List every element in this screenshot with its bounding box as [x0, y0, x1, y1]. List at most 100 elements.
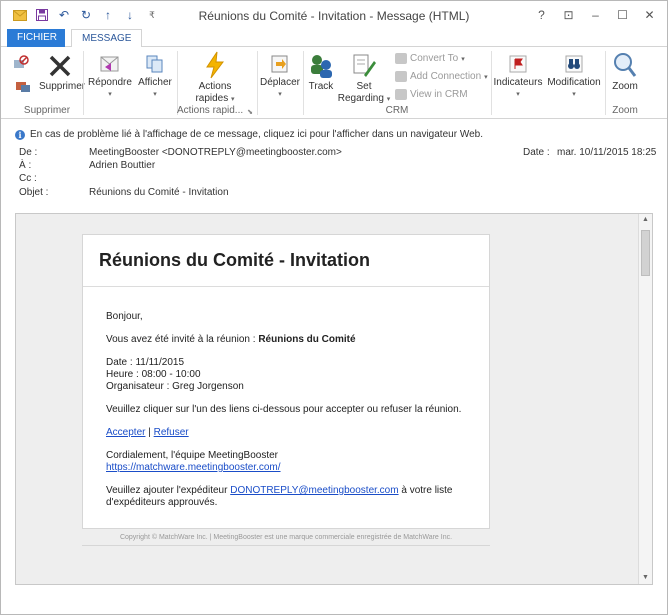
ribbon-tabs: FICHIER MESSAGE: [1, 29, 667, 48]
track-icon: [311, 55, 332, 78]
chevron-down-icon: ▾: [108, 91, 112, 98]
footer-divider: [82, 545, 490, 546]
chevron-down-icon: ▾: [153, 91, 157, 98]
group-label-zoom: Zoom: [612, 105, 638, 116]
zoom-label: Zoom: [612, 81, 638, 92]
chevron-down-icon: ▾: [461, 55, 465, 63]
set-regarding-label-2: Regarding: [337, 93, 384, 104]
indicateurs-label: Indicateurs: [493, 77, 543, 88]
safe-sender-text: Veuillez ajouter l'expéditeur DONOTREPLY…: [106, 485, 476, 509]
convert-to-button[interactable]: Convert To ▾: [395, 53, 465, 64]
move-icon: [271, 55, 288, 73]
outlook-message-window: ↶ ↻ ↑ ↓ ₹ Réunions du Comité - Invitatio…: [0, 0, 668, 615]
ribbon-separator: [491, 51, 492, 115]
convert-to-label: Convert To: [410, 53, 459, 64]
ribbon-separator: [257, 51, 258, 115]
response-links: Accepter | Refuser: [106, 427, 476, 439]
actions-rapides-label-2: rapides: [195, 93, 229, 104]
scroll-down-icon[interactable]: ▼: [639, 572, 652, 584]
to-label: À :: [19, 160, 32, 171]
ribbon-display-icon[interactable]: ⊡: [555, 5, 582, 25]
email-footer: Copyright © MatchWare Inc. | MeetingBoos…: [119, 534, 453, 541]
invite-text: Vous avez été invité à la réunion : Réun…: [106, 334, 476, 346]
afficher-label: Afficher: [138, 77, 172, 88]
instruction-text: Veuillez cliquer sur l'un des liens ci-d…: [106, 404, 462, 415]
afficher-button[interactable]: Afficher ▾: [135, 53, 175, 101]
repondre-button[interactable]: Répondre ▾: [87, 53, 133, 101]
add-connection-label: Add Connection: [410, 71, 482, 82]
set-regarding-label-1: Set: [356, 81, 372, 92]
subject-label: Objet :: [19, 187, 49, 198]
tab-fichier[interactable]: FICHIER: [7, 29, 65, 47]
ribbon-separator: [303, 51, 304, 115]
help-icon[interactable]: ?: [528, 5, 555, 25]
chevron-down-icon: ▾: [231, 96, 235, 103]
safe-sender-email-link[interactable]: DONOTREPLY@meetingbooster.com: [230, 485, 398, 496]
supprimer-button[interactable]: Supprimer: [39, 53, 85, 93]
flag-icon: [509, 55, 527, 73]
to-value[interactable]: Adrien Bouttier: [89, 160, 155, 171]
info-icon: i: [15, 129, 25, 140]
modification-label: Modification: [547, 77, 601, 88]
scroll-thumb[interactable]: [641, 230, 650, 276]
email-title: Réunions du Comité - Invitation: [99, 250, 370, 270]
ignore-icon: [14, 55, 29, 68]
delete-x-icon: [49, 55, 71, 77]
refuse-link[interactable]: Refuser: [154, 427, 189, 438]
binoculars-icon: [565, 55, 583, 73]
message-body[interactable]: Réunions du Comité - Invitation Bonjour,…: [15, 213, 653, 585]
deplacer-label: Déplacer: [259, 77, 301, 88]
close-icon[interactable]: ✕: [636, 5, 663, 25]
zoom-button[interactable]: Zoom: [607, 51, 643, 93]
view-in-crm-button[interactable]: View in CRM: [395, 89, 468, 100]
actions-rapides-button[interactable]: Actions rapides ▾: [187, 51, 243, 106]
meeting-details: Date : 11/11/2015 Heure : 08:00 - 10:00 …: [106, 357, 476, 393]
site-link[interactable]: https://matchware.meetingbooster.com/: [106, 462, 281, 473]
regards-text: Cordialement, l'équipe MeetingBooster: [106, 450, 279, 461]
add-connection-icon: [395, 71, 407, 82]
deplacer-button[interactable]: Déplacer ▾: [259, 53, 301, 101]
tab-message[interactable]: MESSAGE: [71, 29, 143, 48]
magnifier-icon: [614, 53, 637, 77]
invite-meeting-name: Réunions du Comité: [258, 334, 356, 345]
meeting-time: Heure : 08:00 - 10:00: [106, 369, 201, 380]
ignore-button[interactable]: [11, 55, 31, 73]
meeting-organizer: Organisateur : Greg Jorgenson: [106, 381, 244, 392]
meeting-date: Date : 11/11/2015: [106, 357, 185, 368]
minimize-icon[interactable]: –: [582, 5, 609, 25]
chevron-down-icon: ▾: [386, 96, 391, 103]
cleanup-button[interactable]: [11, 79, 35, 95]
group-label-supprimer: Supprimer: [23, 105, 71, 116]
ribbon-separator: [83, 51, 84, 115]
subject-value: Réunions du Comité - Invitation: [89, 187, 229, 198]
date-value: mar. 10/11/2015 18:25: [557, 147, 657, 158]
chevron-down-icon: ▾: [484, 73, 488, 81]
date-label: Date :: [523, 147, 550, 158]
dialog-launcher-icon[interactable]: ⬊: [245, 107, 255, 119]
chevron-down-icon: ▾: [278, 91, 282, 98]
reply-icon: [100, 56, 119, 72]
chevron-down-icon: ▾: [572, 91, 576, 98]
signature: Cordialement, l'équipe MeetingBooster ht…: [106, 450, 476, 474]
view-in-crm-label: View in CRM: [410, 89, 468, 100]
info-bar-text: En cas de problème lié à l'affichage de …: [30, 129, 483, 140]
email-title-divider: [83, 286, 489, 287]
info-bar[interactable]: i En cas de problème lié à l'affichage d…: [15, 129, 483, 140]
from-value[interactable]: MeetingBooster <DONOTREPLY@meetingbooste…: [89, 147, 342, 158]
set-regarding-button[interactable]: Set Regarding ▾: [337, 51, 391, 106]
group-label-crm: CRM: [385, 105, 409, 116]
modification-button[interactable]: Modification ▾: [545, 53, 603, 101]
from-label: De :: [19, 147, 38, 158]
vertical-scrollbar[interactable]: ▲ ▼: [638, 214, 652, 584]
add-connection-button[interactable]: Add Connection ▾: [395, 71, 488, 82]
indicateurs-button[interactable]: Indicateurs ▾: [493, 53, 543, 101]
greeting-text: Bonjour,: [106, 311, 143, 322]
track-button[interactable]: Track: [305, 51, 337, 93]
set-regarding-icon: [353, 54, 376, 77]
accept-link[interactable]: Accepter: [106, 427, 145, 438]
scroll-up-icon[interactable]: ▲: [639, 214, 652, 226]
maximize-icon[interactable]: ☐: [609, 5, 636, 25]
cc-label: Cc :: [19, 173, 37, 184]
view-in-crm-icon: [395, 89, 407, 100]
actions-rapides-label-1: Actions: [198, 81, 232, 92]
